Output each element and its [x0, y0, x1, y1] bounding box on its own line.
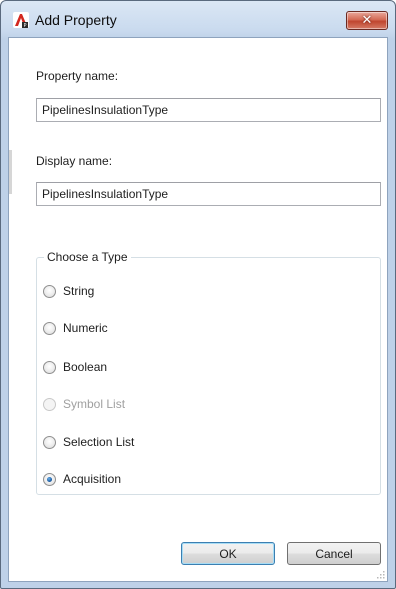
ok-button[interactable]: OK: [181, 542, 275, 565]
property-name-input[interactable]: [36, 98, 381, 122]
choose-type-title: Choose a Type: [44, 250, 131, 264]
radio-label: Numeric: [63, 321, 108, 335]
radio-option-boolean[interactable]: Boolean: [43, 359, 107, 375]
property-name-label: Property name:: [36, 69, 119, 83]
close-icon: ✕: [361, 13, 373, 28]
radio-button[interactable]: [43, 435, 56, 449]
radio-button[interactable]: [43, 284, 56, 298]
window-title: Add Property: [35, 12, 117, 28]
radio-label: Acquisition: [63, 472, 122, 486]
radio-option-selection-list[interactable]: Selection List: [43, 434, 134, 450]
radio-option-acquisition[interactable]: Acquisition: [43, 471, 121, 487]
edge-marker: [9, 150, 12, 194]
display-name-input[interactable]: [36, 182, 381, 206]
radio-label: String: [63, 284, 95, 298]
radio-label: Symbol List: [63, 397, 126, 411]
radio-option-string[interactable]: String: [43, 283, 94, 299]
radio-button-selected[interactable]: [43, 472, 56, 486]
display-name-label: Display name:: [36, 154, 113, 168]
autocad-icon: P: [13, 12, 29, 28]
close-button[interactable]: ✕: [346, 11, 388, 30]
resize-grip-icon[interactable]: [375, 569, 385, 579]
cancel-button[interactable]: Cancel: [287, 542, 381, 565]
radio-button[interactable]: [43, 360, 56, 374]
radio-label: Boolean: [63, 360, 108, 374]
radio-button[interactable]: [43, 321, 56, 335]
radio-label: Selection List: [63, 435, 135, 449]
dialog-body: Property name: Display name: Choose a Ty…: [8, 37, 388, 582]
radio-option-numeric[interactable]: Numeric: [43, 320, 108, 336]
svg-text:P: P: [23, 23, 26, 28]
radio-button: [43, 397, 56, 411]
radio-option-symbol-list: Symbol List: [43, 396, 125, 412]
title-bar[interactable]: P Add Property ✕: [1, 1, 395, 37]
add-property-dialog: P Add Property ✕ Property name: Display …: [0, 0, 396, 589]
